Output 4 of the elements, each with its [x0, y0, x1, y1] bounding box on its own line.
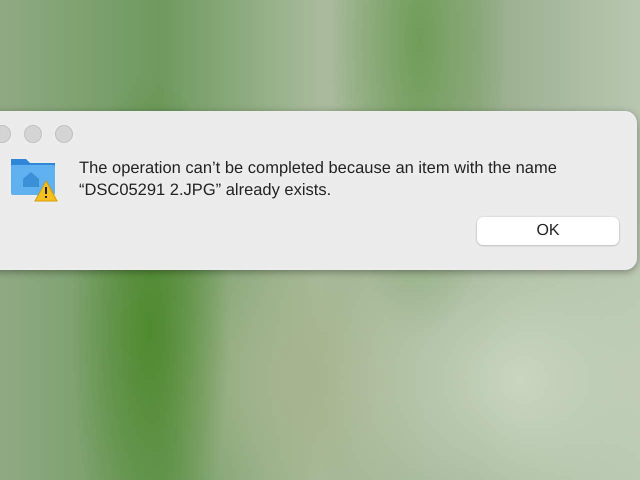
window-button[interactable]	[24, 125, 42, 143]
window-button[interactable]	[55, 125, 73, 143]
ok-button[interactable]: OK	[477, 217, 619, 245]
alert-message: The operation can’t be completed because an item with the name “DSC05291 2.JPG” already exists.	[79, 158, 558, 201]
